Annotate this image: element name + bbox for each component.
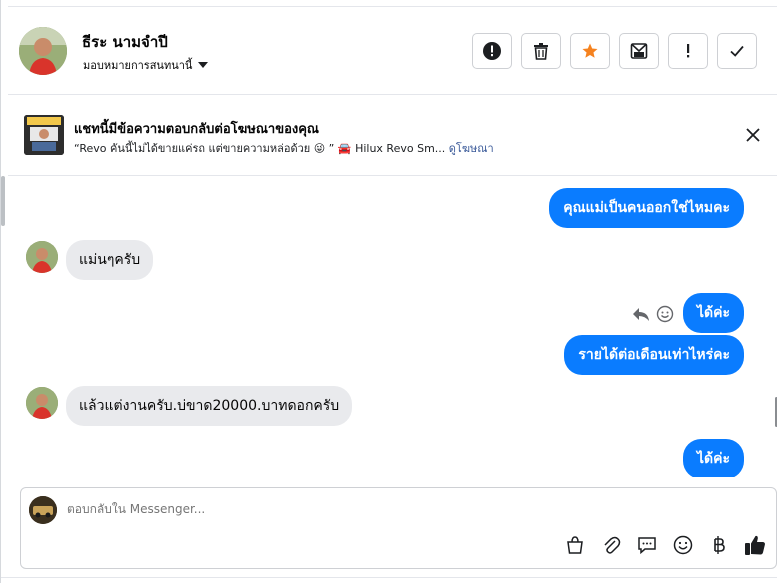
baht-icon xyxy=(714,536,725,554)
message-actions xyxy=(632,305,674,323)
assign-label: มอบหมายการสนทนานี้ xyxy=(83,59,193,72)
conversation-header: ธีระ นามจำปี มอบหมายการสนทนานี้ xyxy=(8,6,777,95)
page-avatar xyxy=(29,496,57,524)
message-bubble-outgoing[interactable]: ได้ค่ะ xyxy=(682,439,744,477)
close-icon xyxy=(746,128,760,142)
mark-unread-icon xyxy=(630,43,648,59)
trash-icon xyxy=(534,43,548,60)
contact-avatar-small xyxy=(26,241,58,273)
delete-button[interactable] xyxy=(521,33,561,69)
saved-reply-icon xyxy=(638,537,656,555)
ad-banner-title: แชทนี้มีข้อความตอบกลับต่อโฆษณาของคุณ xyxy=(74,122,319,137)
close-banner-button[interactable] xyxy=(744,126,762,144)
shopping-bag-icon xyxy=(567,536,583,554)
checkmark-icon xyxy=(730,45,744,57)
reply-icon[interactable] xyxy=(632,306,650,322)
ad-quote: “Revo คันนี้ไม่ได้ขายแค่รถ แต่ขายความหล่… xyxy=(74,142,446,155)
exclamation-icon xyxy=(687,44,690,58)
reply-composer xyxy=(20,487,777,569)
follow-up-button[interactable] xyxy=(668,33,708,69)
mark-done-button[interactable] xyxy=(717,33,757,69)
mark-unread-button[interactable] xyxy=(619,33,659,69)
contact-name: ธีระ นามจำปี xyxy=(82,33,168,51)
shop-button[interactable] xyxy=(564,534,586,556)
bottom-divider xyxy=(1,577,777,583)
spam-button[interactable] xyxy=(472,33,512,69)
star-icon xyxy=(582,43,598,58)
star-button[interactable] xyxy=(570,33,610,69)
message-bubble-outgoing[interactable]: ได้ค่ะ xyxy=(682,293,744,333)
attach-button[interactable] xyxy=(600,534,622,556)
ad-reply-banner: แชทนี้มีข้อความตอบกลับต่อโฆษณาของคุณ “Re… xyxy=(8,96,777,176)
left-scrollbar[interactable] xyxy=(1,176,5,226)
paperclip-icon xyxy=(604,536,621,554)
message-bubble-outgoing[interactable]: คุณแม่เป็นคนออกใช่ไหมคะ xyxy=(549,188,744,228)
message-bubble-outgoing[interactable]: รายได้ต่อเดือนเท่าไหร่คะ xyxy=(564,335,744,375)
message-bubble-incoming[interactable]: แม่นๆครับ xyxy=(66,240,154,280)
message-thread[interactable]: คุณแม่เป็นคนออกใช่ไหมคะ แม่นๆครับ ได้ค่ะ… xyxy=(8,177,774,477)
like-button[interactable] xyxy=(744,534,766,556)
caret-down-icon xyxy=(198,62,209,68)
contact-avatar[interactable] xyxy=(19,27,67,75)
emoji-button[interactable] xyxy=(672,534,694,556)
payment-button[interactable] xyxy=(708,534,730,556)
contact-avatar-small xyxy=(26,387,58,419)
assign-conversation-dropdown[interactable]: มอบหมายการสนทนานี้ xyxy=(83,56,209,74)
view-ad-link[interactable]: ดูโฆษณา xyxy=(449,142,494,155)
thumbs-up-icon xyxy=(745,535,765,555)
saved-reply-button[interactable] xyxy=(636,534,658,556)
emoji-icon xyxy=(673,535,693,555)
reply-input[interactable] xyxy=(67,502,667,516)
ad-thumbnail[interactable] xyxy=(24,115,64,155)
message-bubble-incoming[interactable]: แล้วแต่งานครับ.บ่ขาด20000.บาทดอกครับ xyxy=(66,386,353,426)
ad-banner-subtitle: “Revo คันนี้ไม่ได้ขายแค่รถ แต่ขายความหล่… xyxy=(74,139,494,157)
messenger-conversation-panel: ธีระ นามจำปี มอบหมายการสนทนานี้ แชทนี้มี… xyxy=(0,0,777,583)
alert-circle-icon xyxy=(483,42,501,60)
react-emoji-icon[interactable] xyxy=(656,305,674,323)
